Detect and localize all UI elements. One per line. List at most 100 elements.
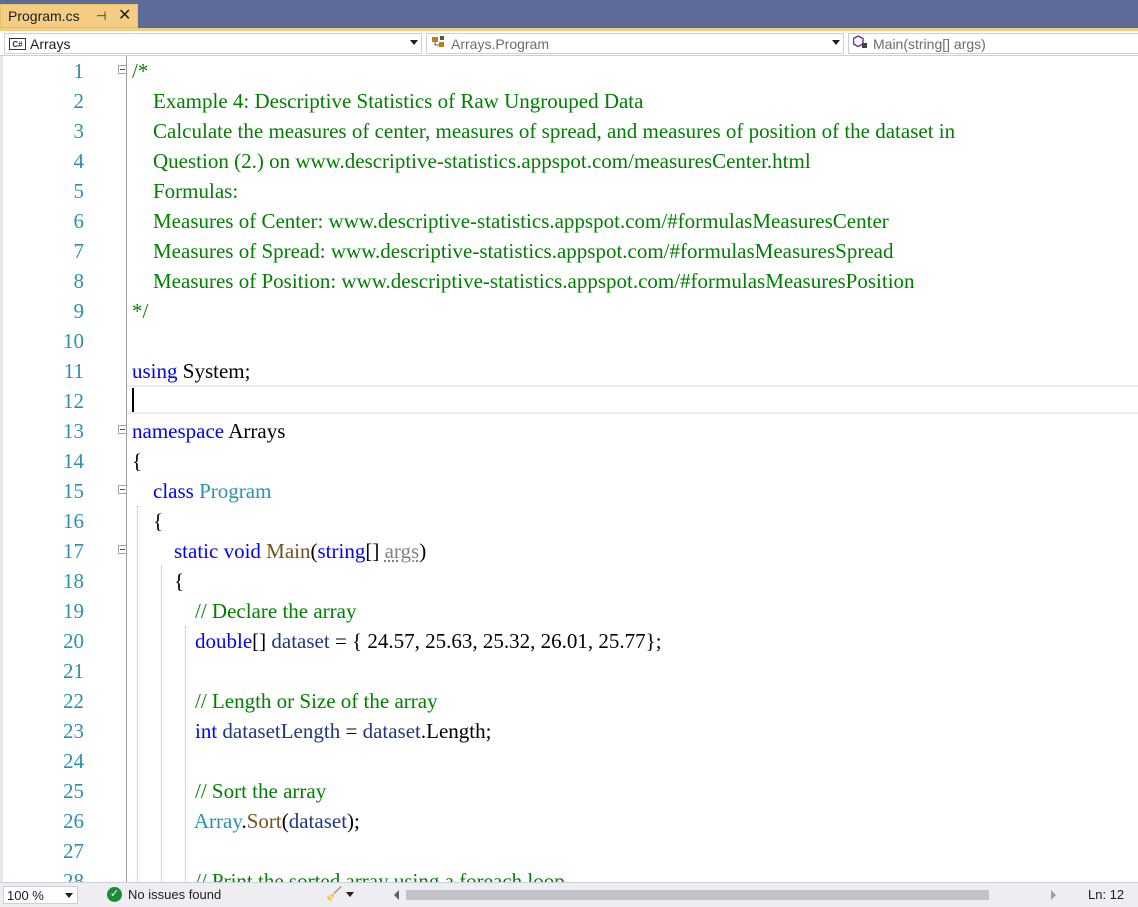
project-dropdown[interactable]: C# Arrays — [4, 33, 422, 54]
code-text: static void Main(string[] args) — [132, 536, 426, 566]
code-line[interactable]: 24 — [0, 746, 1138, 776]
scroll-right-icon[interactable] — [1051, 890, 1056, 900]
code-token: .Length; — [420, 719, 492, 743]
line-number: 17 — [63, 539, 84, 563]
code-token: Calculate the measures of center, measur… — [132, 119, 956, 143]
code-line[interactable]: 22 // Length or Size of the array — [0, 686, 1138, 716]
code-line[interactable]: 20 double[] dataset = { 24.57, 25.63, 25… — [0, 626, 1138, 656]
code-text: double[] dataset = { 24.57, 25.63, 25.32… — [132, 626, 662, 656]
scroll-left-icon[interactable] — [394, 890, 399, 900]
code-line[interactable]: 28 // Print the sorted array using a for… — [0, 866, 1138, 882]
line-number: 25 — [63, 779, 84, 803]
code-line[interactable]: 12 — [0, 386, 1138, 416]
line-number: 8 — [73, 269, 85, 293]
code-line[interactable]: 27 — [0, 836, 1138, 866]
code-token: void — [223, 539, 261, 563]
code-text: Measures of Center: www.descriptive-stat… — [132, 206, 889, 236]
code-token: { — [132, 569, 185, 593]
code-line[interactable]: 7 Measures of Spread: www.descriptive-st… — [0, 236, 1138, 266]
code-token: class — [153, 479, 194, 503]
code-text: Measures of Spread: www.descriptive-stat… — [132, 236, 893, 266]
code-line[interactable]: 1 /* — [0, 56, 1138, 86]
line-number: 9 — [73, 299, 85, 323]
code-line[interactable]: 9 */ — [0, 296, 1138, 326]
code-line[interactable]: 26 Array.Sort(dataset); — [0, 806, 1138, 836]
tab-program-cs[interactable]: Program.cs ⊣ ✕ — [0, 4, 138, 28]
code-line[interactable]: 4 Question (2.) on www.descriptive-stati… — [0, 146, 1138, 176]
code-token: Formulas: — [132, 179, 239, 203]
code-token: Question (2.) on www.descriptive-statist… — [132, 149, 811, 173]
type-dropdown[interactable]: Arrays.Program — [426, 33, 844, 54]
code-token: ) — [419, 539, 427, 563]
pin-icon[interactable]: ⊣ — [96, 9, 106, 23]
code-token: */ — [132, 299, 149, 323]
code-text: using System; — [132, 356, 250, 386]
code-line[interactable]: 18 { — [0, 566, 1138, 596]
code-line[interactable]: 10 — [0, 326, 1138, 356]
line-number: 12 — [63, 389, 84, 413]
code-token: double — [195, 629, 253, 653]
line-number: 10 — [63, 329, 84, 353]
chevron-down-icon[interactable] — [346, 892, 354, 897]
line-number: 28 — [63, 869, 84, 882]
code-token: // Length or Size of the array — [132, 689, 438, 713]
code-token: ( — [310, 539, 318, 563]
close-icon[interactable]: ✕ — [118, 6, 131, 26]
class-icon — [431, 35, 447, 52]
chevron-down-icon — [65, 893, 73, 898]
code-line[interactable]: 5 Formulas: — [0, 176, 1138, 206]
code-line[interactable]: 3 Calculate the measures of center, meas… — [0, 116, 1138, 146]
status-bar: 100 % ✓ No issues found 🧹 Ln: 12 — [0, 882, 1138, 907]
indent-guide — [161, 566, 162, 882]
code-token: static — [174, 539, 219, 563]
zoom-dropdown[interactable]: 100 % — [3, 886, 78, 904]
code-token: dataset — [362, 719, 421, 743]
project-name: Arrays — [30, 35, 71, 52]
code-cleanup-icon[interactable]: 🧹 — [326, 886, 342, 902]
code-line[interactable]: 6 Measures of Center: www.descriptive-st… — [0, 206, 1138, 236]
code-token: { — [132, 449, 143, 473]
line-number: 7 — [73, 239, 85, 263]
line-number: 1 — [73, 59, 85, 83]
code-line[interactable]: 11 using System; — [0, 356, 1138, 386]
code-line[interactable]: 2 Example 4: Descriptive Statistics of R… — [0, 86, 1138, 116]
issues-indicator[interactable]: ✓ No issues found — [107, 887, 221, 902]
code-text: Question (2.) on www.descriptive-statist… — [132, 146, 811, 176]
code-token: ( — [281, 809, 289, 833]
zoom-level: 100 % — [7, 887, 44, 903]
code-token: Measures of Spread: www.descriptive-stat… — [132, 239, 894, 263]
line-number: 2 — [73, 89, 85, 113]
code-line[interactable]: 14 { — [0, 446, 1138, 476]
line-number-indicator: Ln: 12 — [1088, 887, 1125, 902]
code-line[interactable]: 19 // Declare the array — [0, 596, 1138, 626]
code-text: Calculate the measures of center, measur… — [132, 116, 955, 146]
line-number: 21 — [63, 659, 84, 683]
code-line[interactable]: 17 static void Main(string[] args) — [0, 536, 1138, 566]
code-token: Measures of Center: www.descriptive-stat… — [132, 209, 889, 233]
code-text: /* — [132, 56, 148, 86]
line-number: 24 — [63, 749, 84, 773]
line-number: 16 — [63, 509, 84, 533]
check-icon: ✓ — [107, 887, 122, 902]
code-line[interactable]: 23 int datasetLength = dataset.Length; — [0, 716, 1138, 746]
code-token: = { 24.57, 25.63, 25.32, 26.01, 25.77}; — [329, 629, 662, 653]
line-number: 4 — [73, 149, 85, 173]
code-line[interactable]: 15 class Program — [0, 476, 1138, 506]
line-number: 20 — [63, 629, 84, 653]
code-line[interactable]: 13 namespace Arrays — [0, 416, 1138, 446]
line-number: 22 — [63, 689, 84, 713]
code-text: { — [132, 566, 184, 596]
scroll-thumb[interactable] — [406, 890, 989, 900]
code-token: [] — [365, 539, 385, 563]
code-text: Measures of Position: www.descriptive-st… — [132, 266, 915, 296]
member-dropdown[interactable]: Main(string[] args) — [848, 33, 1138, 54]
member-name: Main(string[] args) — [873, 35, 986, 52]
code-token: ); — [347, 809, 360, 833]
code-line[interactable]: 8 Measures of Position: www.descriptive-… — [0, 266, 1138, 296]
code-line[interactable]: 16 { — [0, 506, 1138, 536]
horizontal-scrollbar[interactable] — [392, 885, 1062, 905]
code-line[interactable]: 21 — [0, 656, 1138, 686]
code-editor[interactable]: 1 /* 2 Example 4: Descriptive Statistics o… — [0, 56, 1138, 882]
code-line[interactable]: 25 // Sort the array — [0, 776, 1138, 806]
